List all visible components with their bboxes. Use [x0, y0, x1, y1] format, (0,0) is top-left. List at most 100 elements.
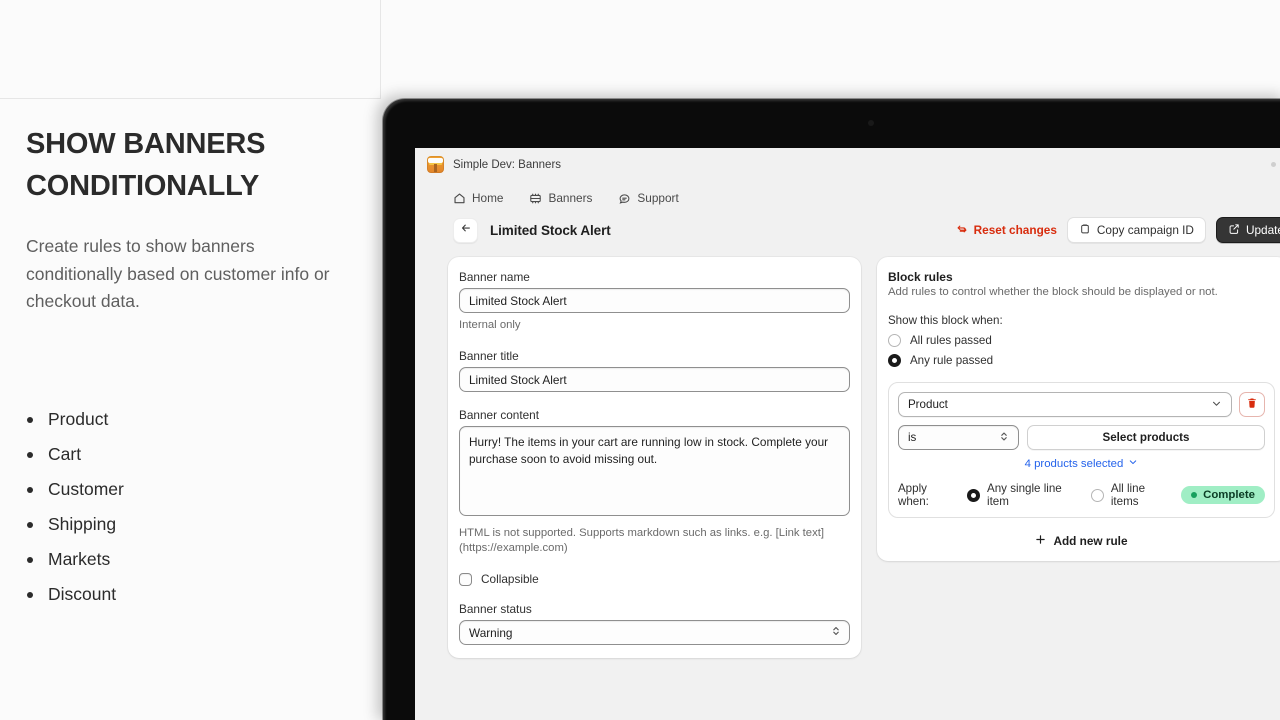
banner-details-card: Banner name Internal only Banner title B… — [448, 257, 861, 658]
list-item: Markets — [26, 542, 354, 577]
radio-any-single-line-item-label: Any single line item — [987, 482, 1062, 508]
reset-icon — [956, 223, 968, 238]
plus-icon — [1035, 534, 1046, 548]
chevron-down-icon — [1128, 457, 1138, 470]
banner-name-label: Banner name — [459, 270, 530, 284]
status-badge: Complete — [1181, 486, 1265, 504]
radio-all-line-items-control[interactable] — [1090, 488, 1104, 502]
apply-when-row: Apply when: Any single line item All lin… — [898, 482, 1265, 508]
promo-subtitle: Create rules to show banners conditional… — [26, 236, 330, 311]
banner-status-label: Banner status — [459, 602, 532, 616]
rule-subject-row: Product — [897, 392, 1265, 417]
top-navigation: Home Banners Support — [415, 181, 1280, 205]
banner-status-select[interactable]: Warning — [459, 620, 850, 645]
radio-any-rule-passed-control[interactable] — [887, 354, 901, 367]
nav-item-support-label: Support — [637, 191, 679, 205]
banner-app-icon — [427, 156, 444, 173]
promo-heading: SHOW BANNERS CONDITIONALLY — [26, 128, 266, 202]
app-body: Home Banners Support Limited Stock Alert… — [415, 181, 1280, 720]
banners-icon — [529, 192, 542, 205]
radio-all-line-items[interactable]: All line items — [1090, 482, 1173, 508]
list-item: Discount — [26, 577, 354, 612]
home-icon — [453, 192, 466, 205]
rule-operator-row: is Select products — [897, 425, 1265, 450]
window-menu-dot-icon[interactable] — [1271, 162, 1276, 167]
show-when-label: Show this block when: — [887, 314, 1003, 327]
radio-any-rule-passed[interactable]: Any rule passed — [887, 354, 1275, 367]
nav-item-support[interactable]: Support — [618, 191, 679, 205]
radio-any-single-line-item[interactable]: Any single line item — [967, 482, 1083, 508]
app-screen: Simple Dev: Banners Home Banners Support… — [415, 148, 1280, 720]
nav-item-banners[interactable]: Banners — [529, 191, 592, 205]
banner-content-label: Banner content — [459, 408, 540, 422]
reset-changes-button[interactable]: Reset changes — [956, 223, 1057, 238]
block-rules-subtitle: Add rules to control whether the block s… — [887, 286, 1218, 298]
list-item: Product — [26, 402, 354, 437]
radio-all-rules-passed-label: All rules passed — [909, 334, 992, 347]
back-button[interactable] — [453, 217, 478, 243]
trash-icon — [1246, 396, 1258, 414]
update-button[interactable]: Update — [1215, 217, 1280, 243]
status-badge-label: Complete — [1203, 489, 1255, 501]
arrow-left-icon — [460, 221, 472, 239]
screenshot-root: SHOW BANNERS CONDITIONALLY Create rules … — [0, 0, 1280, 720]
rule-operator-select[interactable]: is — [897, 425, 1019, 450]
banner-content-textarea[interactable]: Hurry! The items in your cart are runnin… — [459, 426, 850, 516]
window-titlebar: Simple Dev: Banners — [415, 148, 1280, 181]
banner-name-input[interactable] — [459, 288, 850, 313]
copy-campaign-id-button[interactable]: Copy campaign ID — [1066, 217, 1206, 243]
radio-all-rules-passed-control[interactable] — [887, 334, 901, 347]
copy-campaign-id-label: Copy campaign ID — [1096, 223, 1194, 237]
nav-item-home[interactable]: Home — [453, 191, 503, 205]
promo-feature-list: Product Cart Customer Shipping Markets D… — [26, 402, 354, 612]
window-title: Simple Dev: Banners — [453, 158, 562, 171]
rule-subject-select[interactable]: Product — [897, 392, 1232, 417]
collapsible-label: Collapsible — [481, 572, 539, 586]
radio-any-single-line-item-control[interactable] — [967, 488, 980, 502]
select-products-button[interactable]: Select products — [1026, 425, 1265, 450]
radio-all-line-items-label: All line items — [1110, 482, 1146, 508]
clipboard-icon — [1079, 223, 1091, 238]
rule-operator-value: is — [907, 431, 917, 444]
products-selected-label: 4 products selected — [1024, 457, 1124, 470]
content-columns: Banner name Internal only Banner title B… — [415, 245, 1280, 658]
device-camera-icon — [868, 120, 874, 126]
collapsible-checkbox[interactable] — [459, 572, 472, 586]
add-new-rule-label: Add new rule — [1053, 534, 1128, 548]
chevron-down-icon — [1211, 398, 1222, 412]
rule-row: Product is Select products 4 products se… — [887, 382, 1275, 518]
list-item: Customer — [26, 472, 354, 507]
page-header: Limited Stock Alert Reset changes Copy c… — [415, 205, 1280, 245]
banner-name-help: Internal only — [459, 319, 521, 331]
panel-divider-vertical — [380, 0, 381, 99]
banner-status-value: Warning — [469, 625, 513, 640]
update-label: Update — [1245, 223, 1280, 237]
page-title: Limited Stock Alert — [490, 222, 611, 238]
rule-subject-value: Product — [907, 398, 948, 411]
support-chat-icon — [618, 192, 631, 205]
banner-content-help: HTML is not supported. Supports markdown… — [459, 527, 825, 554]
chevron-updown-icon — [831, 624, 841, 642]
page-header-actions: Reset changes Copy campaign ID Update — [956, 217, 1280, 243]
nav-item-banners-label: Banners — [548, 191, 593, 205]
list-item: Cart — [26, 437, 354, 472]
collapsible-checkbox-row[interactable]: Collapsible — [459, 572, 850, 586]
promo-panel: SHOW BANNERS CONDITIONALLY Create rules … — [0, 99, 380, 720]
reset-changes-label: Reset changes — [973, 223, 1057, 237]
products-selected-toggle[interactable]: 4 products selected — [898, 457, 1265, 470]
add-new-rule-button[interactable]: Add new rule — [888, 530, 1275, 550]
banner-status-select-wrapper: Warning — [459, 620, 850, 645]
select-products-label: Select products — [1102, 431, 1190, 444]
nav-item-home-label: Home — [472, 191, 504, 205]
radio-any-rule-passed-label: Any rule passed — [909, 354, 994, 367]
external-link-icon — [1228, 223, 1240, 238]
block-rules-title: Block rules — [887, 270, 953, 284]
block-rules-card: Block rules Add rules to control whether… — [876, 257, 1280, 561]
apply-when-label: Apply when: — [897, 482, 929, 508]
banner-title-label: Banner title — [459, 349, 519, 363]
radio-all-rules-passed[interactable]: All rules passed — [887, 334, 1275, 347]
list-item: Shipping — [26, 507, 354, 542]
status-dot-icon — [1191, 492, 1198, 498]
delete-rule-button[interactable] — [1239, 392, 1265, 417]
banner-title-input[interactable] — [459, 367, 850, 392]
